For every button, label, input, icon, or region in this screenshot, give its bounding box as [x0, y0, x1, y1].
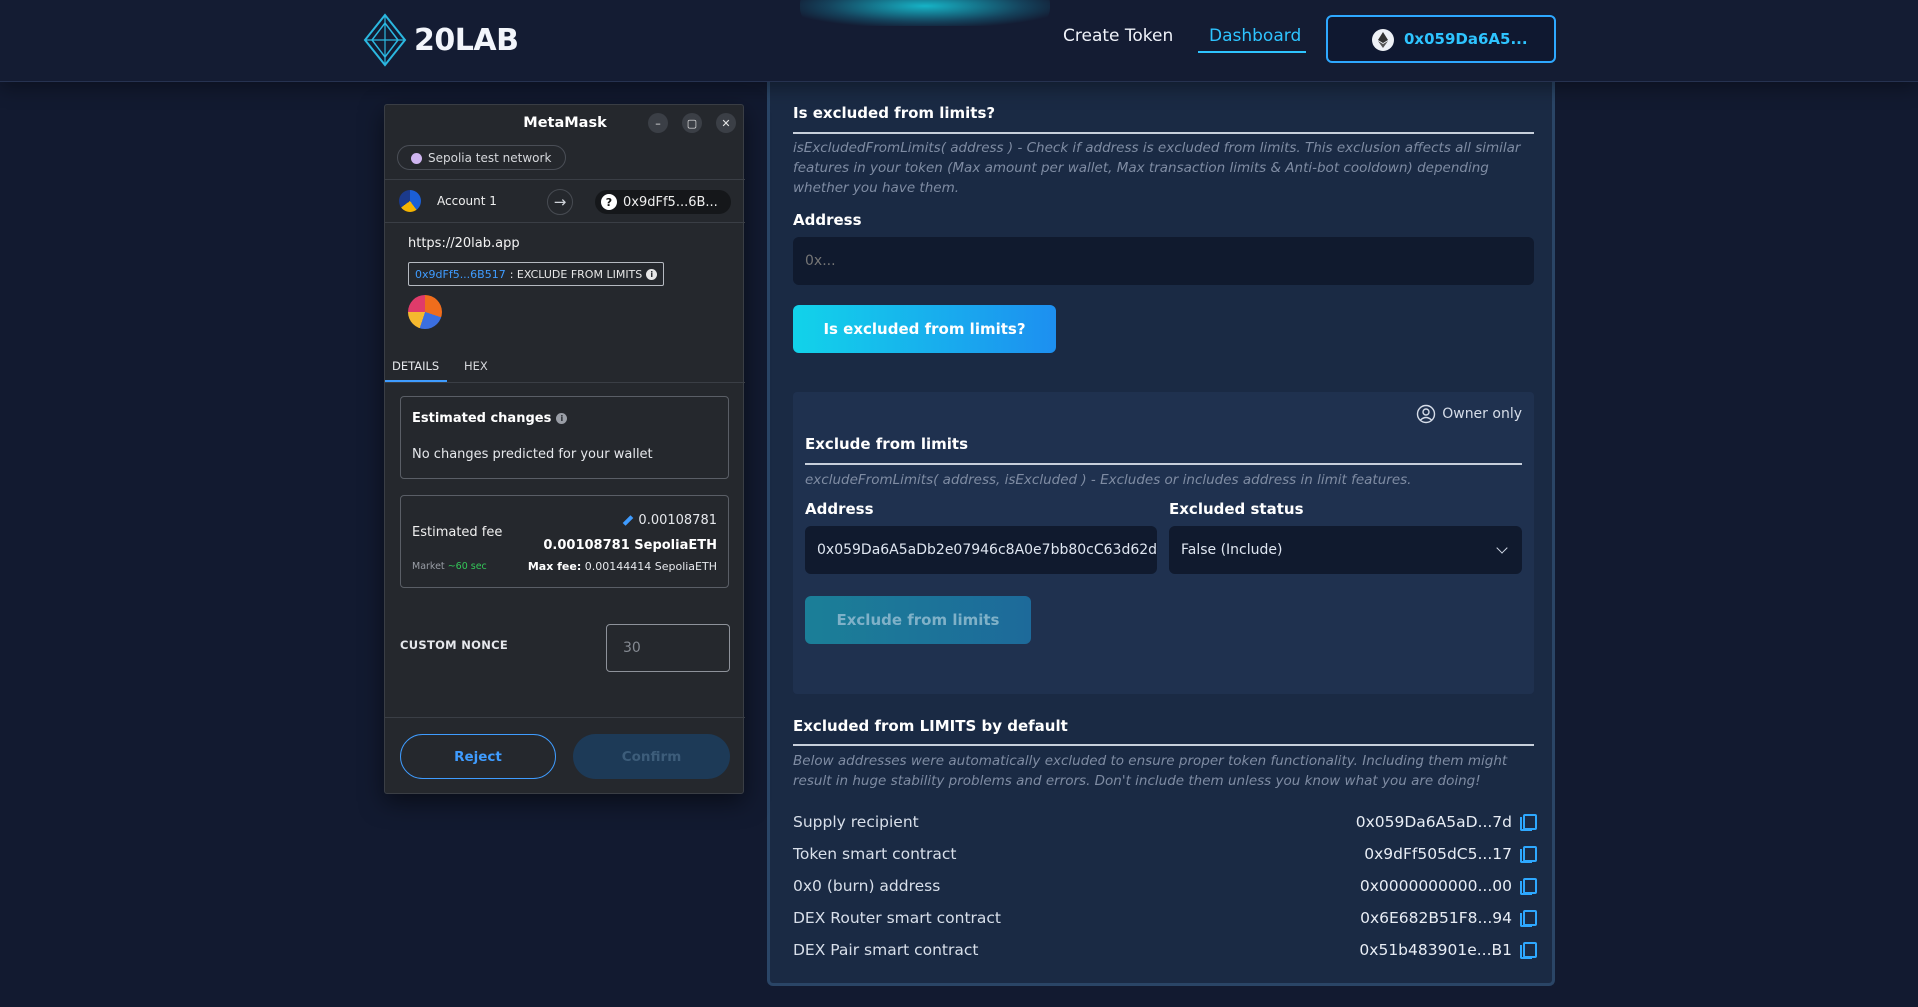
- defaults-section-rule: [793, 744, 1534, 746]
- copy-icon[interactable]: [1520, 878, 1537, 895]
- estimated-changes-label: Estimated changes: [412, 411, 552, 426]
- footer-divider: [385, 717, 745, 718]
- row-label: DEX Pair smart contract: [793, 941, 979, 959]
- wallet-button[interactable]: 0x059Da6A5...: [1326, 15, 1556, 63]
- custom-nonce-label: CUSTOM NONCE: [400, 638, 509, 652]
- fee-edit[interactable]: 0.00108781: [623, 513, 717, 528]
- account-avatar: [399, 190, 421, 212]
- info-icon[interactable]: i: [556, 413, 568, 424]
- pencil-icon: [623, 516, 633, 526]
- main-panel: Is excluded from limits? isExcludedFromL…: [767, 74, 1555, 986]
- row-label: 0x0 (burn) address: [793, 877, 941, 895]
- ethereum-icon: [1372, 29, 1394, 51]
- max-fee-value: 0.00144414 SepoliaETH: [584, 560, 717, 573]
- owner-only-label: Owner only: [1442, 406, 1522, 422]
- chevron-down-icon: [1496, 542, 1508, 554]
- origin-url: https://20lab.app: [408, 236, 520, 251]
- reject-button[interactable]: Reject: [400, 734, 556, 779]
- account-row: Account 1 → ? 0x9dFf5...6B...: [385, 179, 745, 223]
- header-glow: [800, 0, 1050, 26]
- nav-create-token[interactable]: Create Token: [1063, 26, 1173, 46]
- row-value: 0x059Da6A5aD...7d: [1355, 813, 1512, 831]
- method-address[interactable]: 0x9dFf5...6B517: [415, 268, 506, 281]
- default-row-supply-recipient: Supply recipient 0x059Da6A5aD...7d: [793, 809, 1537, 835]
- check-section-rule: [793, 132, 1534, 134]
- market-estimate: Market ~60 sec: [412, 561, 487, 572]
- market-label: Market: [412, 561, 445, 572]
- info-icon[interactable]: i: [646, 268, 658, 280]
- default-row-dex-router: DEX Router smart contract 0x6E682B51F8..…: [793, 905, 1537, 931]
- logo-diamond-icon: [363, 13, 407, 67]
- exclude-section-title: Exclude from limits: [805, 435, 969, 453]
- method-badge: 0x9dFf5...6B517 : EXCLUDE FROM LIMITS i: [408, 262, 665, 286]
- tab-hex[interactable]: HEX: [464, 359, 488, 373]
- row-label: DEX Router smart contract: [793, 909, 1001, 927]
- default-row-burn-address: 0x0 (burn) address 0x0000000000...00: [793, 873, 1537, 899]
- nav-dashboard[interactable]: Dashboard: [1209, 26, 1301, 46]
- default-row-dex-pair: DEX Pair smart contract 0x51b483901e...B…: [793, 937, 1537, 963]
- user-circle-icon: [1417, 404, 1436, 424]
- tab-details[interactable]: DETAILS: [392, 359, 439, 373]
- excluded-status-select[interactable]: False (Include): [1169, 526, 1522, 574]
- default-row-token-contract: Token smart contract 0x9dFf505dC5...17: [793, 841, 1537, 867]
- nav-active-indicator: [1198, 51, 1306, 53]
- target-address-pill[interactable]: ? 0x9dFf5...6B...: [595, 190, 731, 214]
- maximize-icon[interactable]: ▢: [682, 113, 702, 133]
- exclude-section-description: excludeFromLimits( address, isExcluded )…: [805, 472, 1412, 488]
- excluded-status-value: False (Include): [1181, 542, 1283, 558]
- logo[interactable]: 20LAB: [362, 13, 519, 67]
- exclude-address-input[interactable]: 0x059Da6A5aDb2e07946c8A0e7bb80cC63d62d: [805, 526, 1157, 574]
- logo-text: 20LAB: [414, 22, 519, 58]
- estimated-fee-box: Estimated fee 0.00108781 0.00108781 Sepo…: [400, 495, 729, 588]
- excluded-status-label: Excluded status: [1169, 500, 1304, 518]
- copy-icon[interactable]: [1520, 814, 1537, 831]
- exclude-section-rule: [805, 463, 1522, 465]
- check-address-input[interactable]: [793, 237, 1534, 285]
- check-section-description: isExcludedFromLimits( address ) - Check …: [793, 140, 1521, 196]
- exclude-subpanel: Owner only Exclude from limits excludeFr…: [793, 392, 1534, 694]
- metamask-popup: MetaMask – ▢ ✕ Sepolia test network Acco…: [384, 104, 745, 794]
- estimated-fee-label: Estimated fee: [412, 525, 503, 540]
- max-fee-label: Max fee:: [527, 560, 582, 573]
- defaults-section-title: Excluded from LIMITS by default: [793, 717, 1068, 735]
- network-selector[interactable]: Sepolia test network: [397, 145, 567, 170]
- market-time: ~60 sec: [447, 561, 487, 572]
- fee-total: 0.00108781 SepoliaETH: [543, 538, 717, 553]
- account-name: Account 1: [437, 194, 497, 208]
- check-section-title: Is excluded from limits?: [793, 104, 996, 122]
- row-value: 0x6E682B51F8...94: [1360, 909, 1512, 927]
- copy-icon[interactable]: [1520, 846, 1537, 863]
- dapp-icon: [408, 295, 442, 329]
- owner-only-badge: Owner only: [1416, 404, 1522, 424]
- fee-small-value: 0.00108781: [638, 513, 717, 528]
- max-fee: Max fee: 0.00144414 SepoliaETH: [528, 560, 717, 573]
- target-address: 0x9dFf5...6B...: [623, 194, 718, 210]
- row-label: Supply recipient: [793, 813, 919, 831]
- confirm-button[interactable]: Confirm: [573, 734, 730, 779]
- copy-icon[interactable]: [1520, 942, 1537, 959]
- check-excluded-button[interactable]: Is excluded from limits?: [793, 305, 1056, 353]
- close-icon[interactable]: ✕: [716, 113, 736, 133]
- check-address-label: Address: [793, 211, 862, 229]
- row-value: 0x51b483901e...B1: [1359, 941, 1512, 959]
- estimated-changes-box: Estimated changes i No changes predicted…: [400, 396, 729, 479]
- estimated-changes-title: Estimated changes i: [412, 411, 568, 426]
- row-label: Token smart contract: [793, 845, 957, 863]
- row-value: 0x9dFf505dC5...17: [1364, 845, 1512, 863]
- no-changes-text: No changes predicted for your wallet: [412, 447, 653, 462]
- method-name: : EXCLUDE FROM LIMITS: [509, 267, 643, 281]
- question-icon: ?: [601, 194, 617, 210]
- details-tabs: DETAILS HEX: [385, 349, 745, 383]
- minimize-icon[interactable]: –: [648, 113, 668, 133]
- defaults-section-description: Below addresses were automatically exclu…: [793, 753, 1508, 789]
- exclude-address-label: Address: [805, 500, 874, 518]
- top-nav: 20LAB Create Token Dashboard 0x059Da6A5.…: [0, 0, 1918, 82]
- active-tab-indicator: [385, 380, 447, 382]
- exclude-from-limits-button[interactable]: Exclude from limits: [805, 596, 1031, 644]
- custom-nonce-input[interactable]: 30: [606, 624, 730, 672]
- wallet-address: 0x059Da6A5...: [1404, 30, 1528, 48]
- copy-icon[interactable]: [1520, 910, 1537, 927]
- row-value: 0x0000000000...00: [1359, 877, 1512, 895]
- arrow-right-icon: →: [547, 189, 573, 215]
